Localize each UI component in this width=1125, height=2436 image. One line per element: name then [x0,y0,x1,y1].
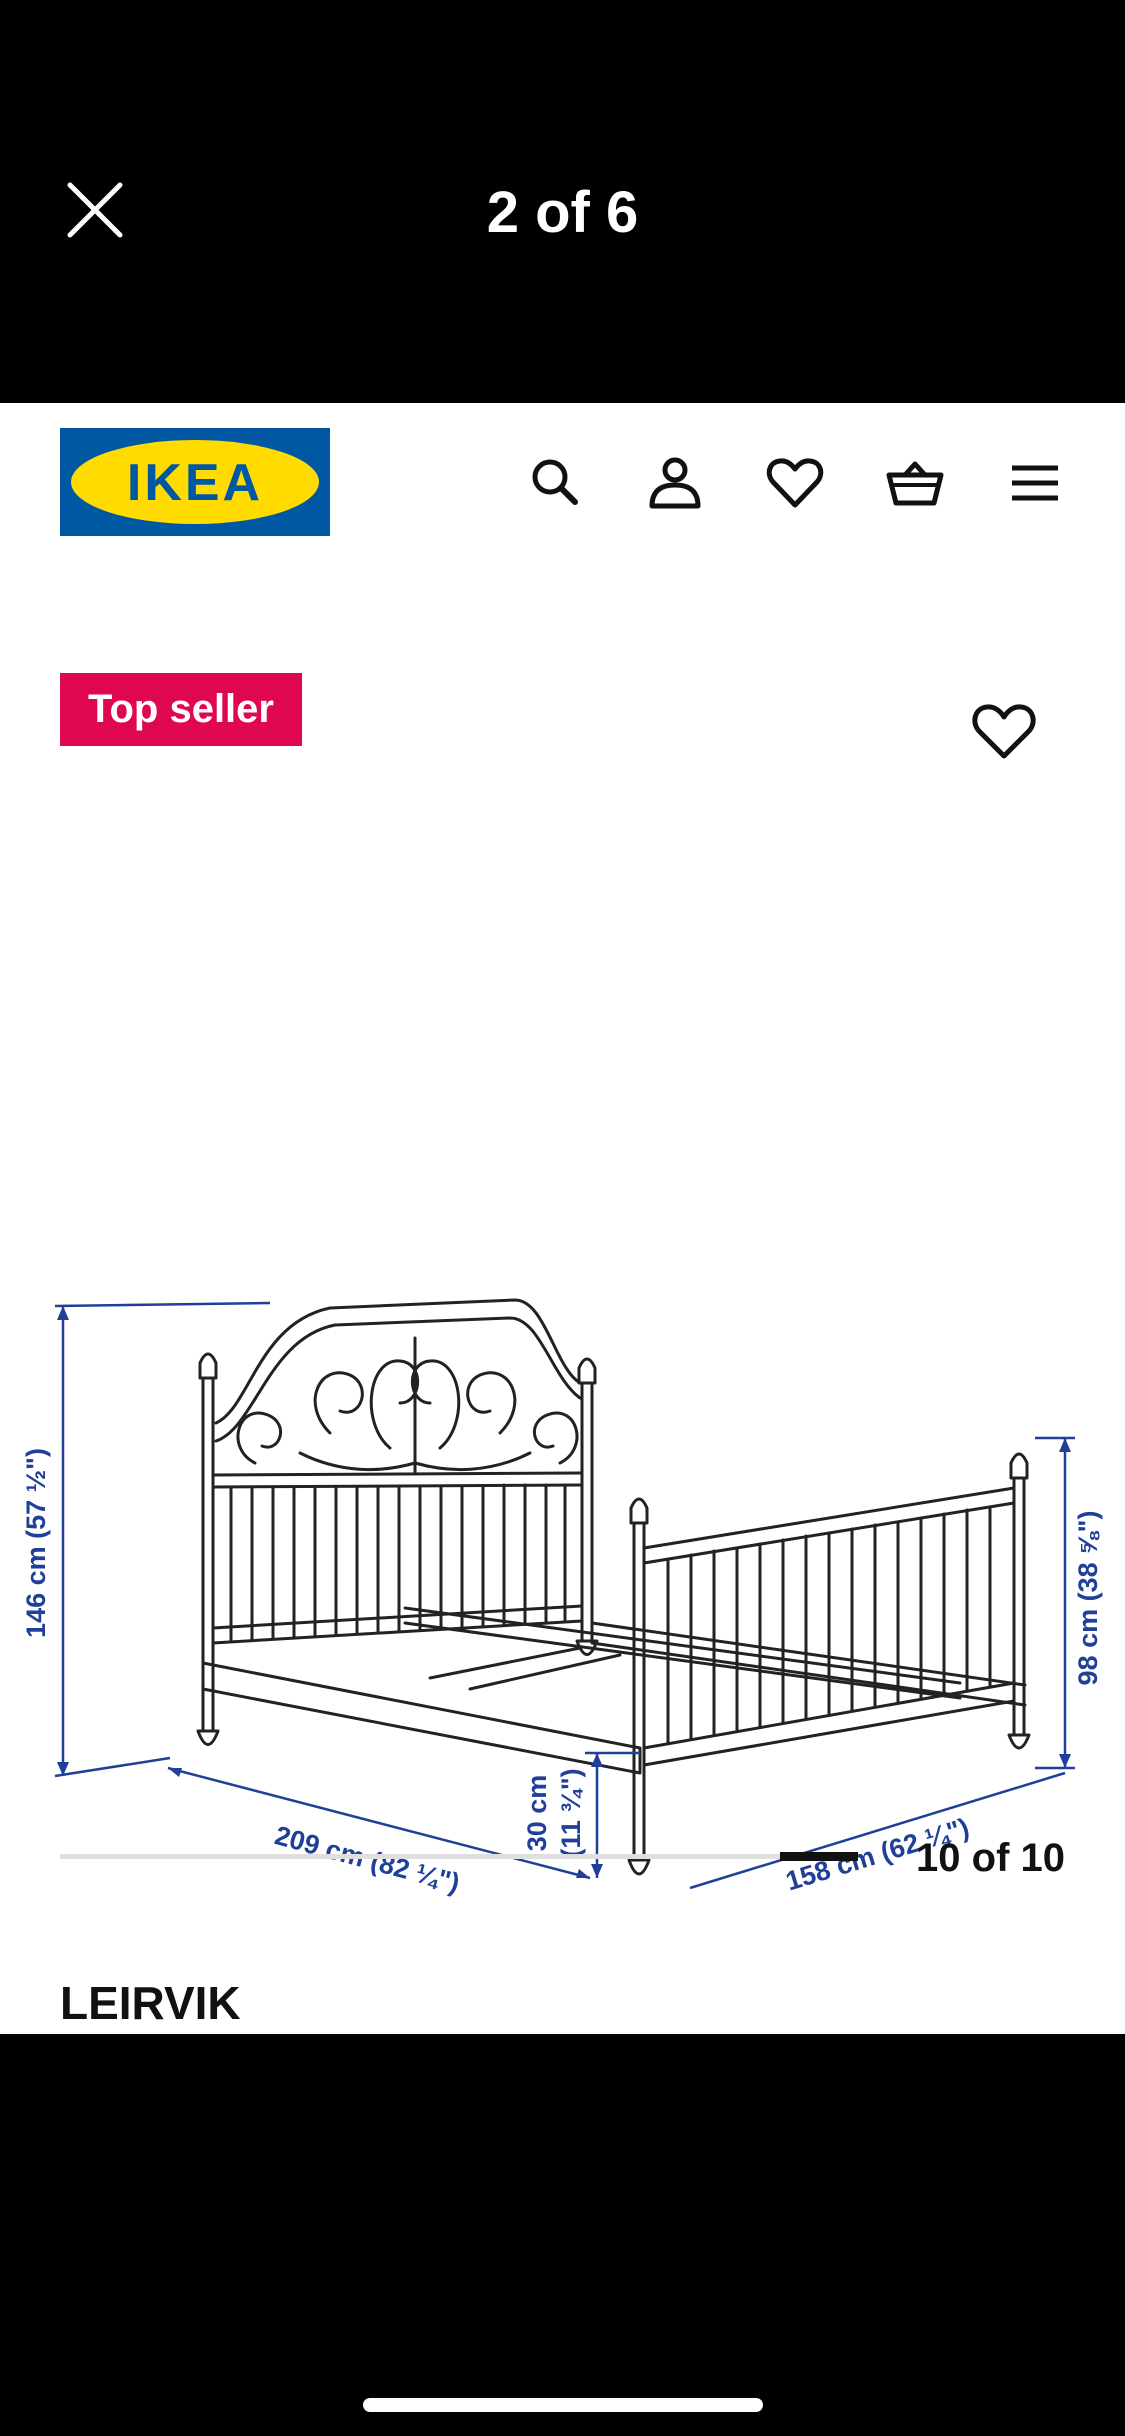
account-button[interactable] [645,453,705,513]
heart-icon [972,704,1036,759]
heart-icon [766,458,824,508]
image-counter: 2 of 6 [486,180,639,245]
length-dimension-label: 209 cm (82 ¼") [272,1820,463,1898]
under-bed-dimension-label-line1: 30 cm [522,1775,552,1852]
basket-button[interactable] [885,453,945,513]
carousel-progress-track[interactable] [60,1854,858,1859]
favourites-button[interactable] [765,453,825,513]
search-button[interactable] [525,453,585,513]
product-page: IKEA Top seller 146 cm (57 ½") 209 cm (8… [0,403,1125,2034]
top-seller-badge: Top seller [60,673,302,746]
user-icon [649,457,701,509]
bed-drawing [196,1298,1031,1876]
home-indicator[interactable] [363,2398,763,2412]
footboard-height-dimension-label: 98 cm (38 ⅝") [1073,1511,1103,1686]
save-to-favourites-button[interactable] [970,700,1038,762]
viewer-header: 2 of 6 [0,0,1125,403]
ikea-logo-text: IKEA [127,454,263,512]
carousel-progress-thumb[interactable] [780,1852,858,1861]
ikea-logo[interactable]: IKEA [60,428,330,536]
carousel-counter: 10 of 10 [916,1836,1065,1880]
menu-button[interactable] [1005,453,1065,513]
search-icon [532,459,578,505]
menu-icon [1012,465,1058,501]
product-dimension-image[interactable]: 146 cm (57 ½") 209 cm (82 ¼") 30 cm (11 … [0,863,1125,1963]
basket-icon [886,461,944,506]
height-dimension-label: 146 cm (57 ½") [21,1448,51,1638]
under-bed-dimension-label-line2: (11 ¾") [556,1768,586,1857]
product-name: LEIRVIK [60,1977,241,2029]
